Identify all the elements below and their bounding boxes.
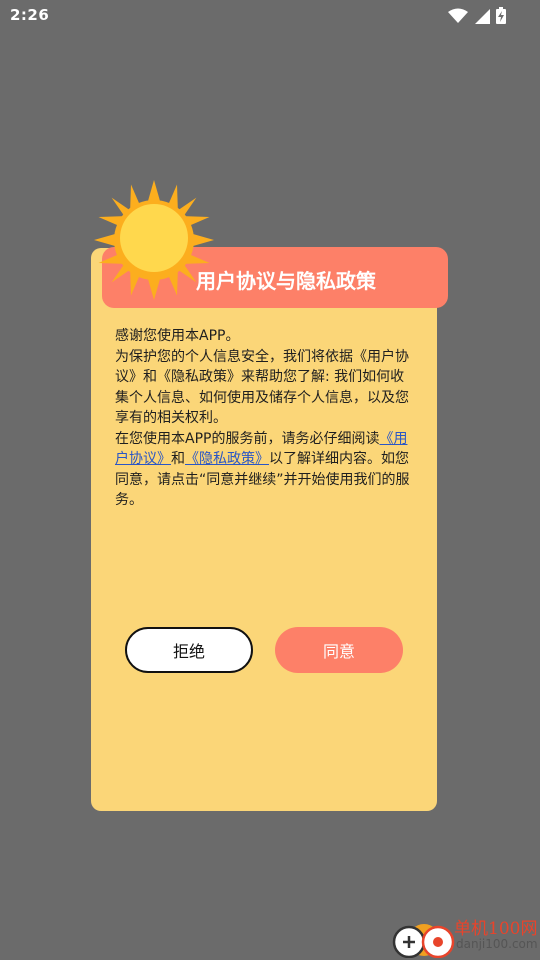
gamepad-logo-icon — [392, 924, 455, 958]
watermark-name: 单机100网 — [454, 919, 538, 939]
agreement-prompt-text: 在您使用本APP的服务前，请务必仔细阅读《用户协议》和《隐私政策》以了解详细内容… — [115, 429, 417, 511]
dialog-body: 感谢您使用本APP。 为保护您的个人信息安全，我们将依据《用户协议》和《隐私政策… — [115, 326, 417, 511]
watermark-url: danji100.com — [456, 937, 538, 951]
wifi-icon — [448, 8, 468, 23]
and-text: 和 — [171, 451, 185, 467]
intro-text: 感谢您使用本APP。 — [115, 328, 240, 344]
privacy-explanation-text: 为保护您的个人信息安全，我们将依据《用户协议》和《隐私政策》来帮助您了解: 我们… — [115, 348, 409, 427]
status-time: 2:26 — [10, 6, 50, 24]
signal-icon — [475, 8, 490, 24]
sun-icon — [94, 180, 214, 300]
watermark: 单机100网 danji100.com — [392, 914, 538, 958]
privacy-policy-link[interactable]: 《隐私政策》 — [185, 451, 269, 467]
status-bar: 2:26 — [0, 0, 540, 32]
agree-button[interactable]: 同意 — [275, 627, 403, 673]
agreement-prompt-prefix: 在您使用本APP的服务前，请务必仔细阅读 — [115, 430, 380, 447]
status-icons — [448, 7, 506, 24]
reject-button[interactable]: 拒绝 — [125, 627, 253, 673]
battery-charging-icon — [496, 7, 506, 24]
